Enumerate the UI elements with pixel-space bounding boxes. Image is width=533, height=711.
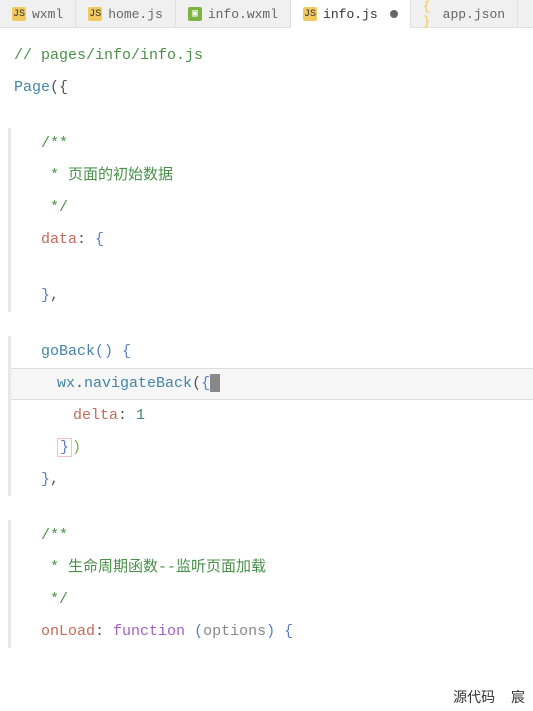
js-icon: JS	[12, 7, 26, 21]
footer-left: 源代码	[453, 689, 495, 705]
tab-info-js[interactable]: JS info.js	[291, 0, 411, 28]
identifier: Page	[14, 79, 50, 96]
punct: ,	[50, 471, 59, 488]
code-editor[interactable]: // pages/info/info.js Page({ /** * 页面的初始…	[0, 28, 533, 660]
number: 1	[136, 407, 145, 424]
brace: }	[41, 471, 50, 488]
brace: }	[41, 287, 50, 304]
comment: /**	[41, 135, 68, 152]
punct: (	[192, 375, 201, 392]
punct: :	[77, 231, 95, 248]
paren: )	[72, 439, 81, 456]
punct: :	[95, 623, 113, 640]
tab-info-wxml[interactable]: ▣ info.wxml	[176, 0, 291, 28]
tab-home-js[interactable]: JS home.js	[76, 0, 176, 28]
brace: {	[122, 343, 131, 360]
identifier: wx	[57, 375, 75, 392]
comment: // pages/info/info.js	[14, 47, 203, 64]
parens: ()	[95, 343, 113, 360]
tab-bar: JS wxml JS home.js ▣ info.wxml JS info.j…	[0, 0, 533, 28]
tab-wxml[interactable]: JS wxml	[0, 0, 76, 28]
tab-label: info.js	[323, 7, 378, 22]
punct: ,	[50, 287, 59, 304]
tab-label: app.json	[443, 7, 505, 22]
js-icon: JS	[88, 7, 102, 21]
cursor-icon	[210, 374, 220, 392]
paren: )	[266, 623, 275, 640]
param: options	[203, 623, 266, 640]
footer-right: 宸	[511, 689, 525, 705]
comment: * 页面的初始数据	[41, 167, 173, 184]
property: delta	[73, 407, 118, 424]
tab-label: home.js	[108, 7, 163, 22]
modified-indicator-icon	[390, 10, 398, 18]
wxml-icon: ▣	[188, 7, 202, 21]
punct: .	[75, 375, 84, 392]
comment: /**	[41, 527, 68, 544]
paren: (	[194, 623, 203, 640]
brace: {	[284, 623, 293, 640]
tab-label: wxml	[32, 7, 63, 22]
comment: * 生命周期函数--监听页面加载	[41, 559, 266, 576]
property: onLoad	[41, 623, 95, 640]
js-icon: JS	[303, 7, 317, 21]
comment: */	[41, 591, 68, 608]
keyword: function	[113, 623, 185, 640]
brace: {	[95, 231, 104, 248]
method: goBack	[41, 343, 95, 360]
punct: ({	[50, 79, 68, 96]
tab-app-json[interactable]: { } app.json	[411, 0, 518, 28]
tab-label: info.wxml	[208, 7, 278, 22]
property: data	[41, 231, 77, 248]
method: navigateBack	[84, 375, 192, 392]
json-icon: { }	[423, 7, 437, 21]
brace: }	[60, 439, 69, 456]
footer-watermark: 源代码 宸	[441, 687, 525, 707]
punct: :	[118, 407, 136, 424]
brace: {	[201, 375, 210, 392]
comment: */	[41, 199, 68, 216]
